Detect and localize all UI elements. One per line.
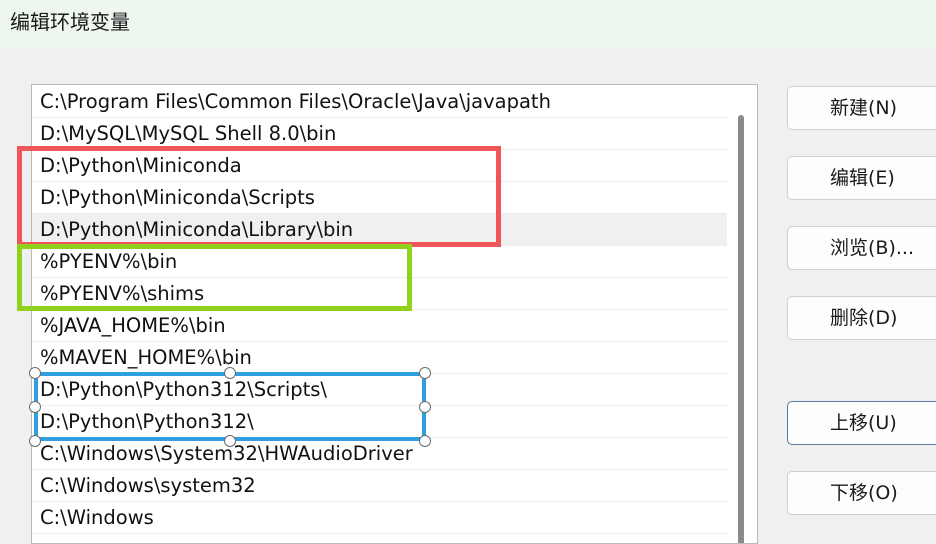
list-item[interactable]: D:\Python\Python312\ (32, 406, 727, 438)
edit-button[interactable]: 编辑(E) (787, 156, 936, 200)
list-item[interactable]: %MAVEN_HOME%\bin (32, 342, 727, 374)
new-button[interactable]: 新建(N) (787, 86, 936, 130)
list-item[interactable]: D:\Python\Miniconda\Scripts (32, 182, 727, 214)
move-down-button[interactable]: 下移(O) (787, 471, 936, 515)
path-list[interactable]: C:\Program Files\Common Files\Oracle\Jav… (31, 84, 758, 544)
list-item[interactable]: D:\Python\Miniconda (32, 150, 727, 182)
list-item[interactable]: %PYENV%\bin (32, 246, 727, 278)
browse-button[interactable]: 浏览(B)... (787, 226, 936, 270)
list-item[interactable]: %PYENV%\shims (32, 278, 727, 310)
list-item[interactable]: D:\Python\Python312\Scripts\ (32, 374, 727, 406)
delete-button[interactable]: 删除(D) (787, 296, 936, 340)
list-item[interactable]: C:\Windows\system32 (32, 470, 727, 502)
title-bar: 编辑环境变量 (0, 0, 936, 48)
move-up-button[interactable]: 上移(U) (787, 401, 936, 445)
list-item[interactable]: C:\Windows\System32\HWAudioDriver (32, 438, 727, 470)
window-title: 编辑环境变量 (10, 10, 130, 34)
list-item[interactable]: C:\Windows (32, 502, 727, 534)
list-item[interactable]: C:\Program Files\Common Files\Oracle\Jav… (32, 86, 727, 118)
vertical-scrollbar[interactable] (738, 115, 744, 543)
list-item-selected[interactable]: D:\Python\Miniconda\Library\bin (32, 214, 727, 246)
list-item[interactable]: D:\MySQL\MySQL Shell 8.0\bin (32, 118, 727, 150)
list-item[interactable]: %JAVA_HOME%\bin (32, 310, 727, 342)
